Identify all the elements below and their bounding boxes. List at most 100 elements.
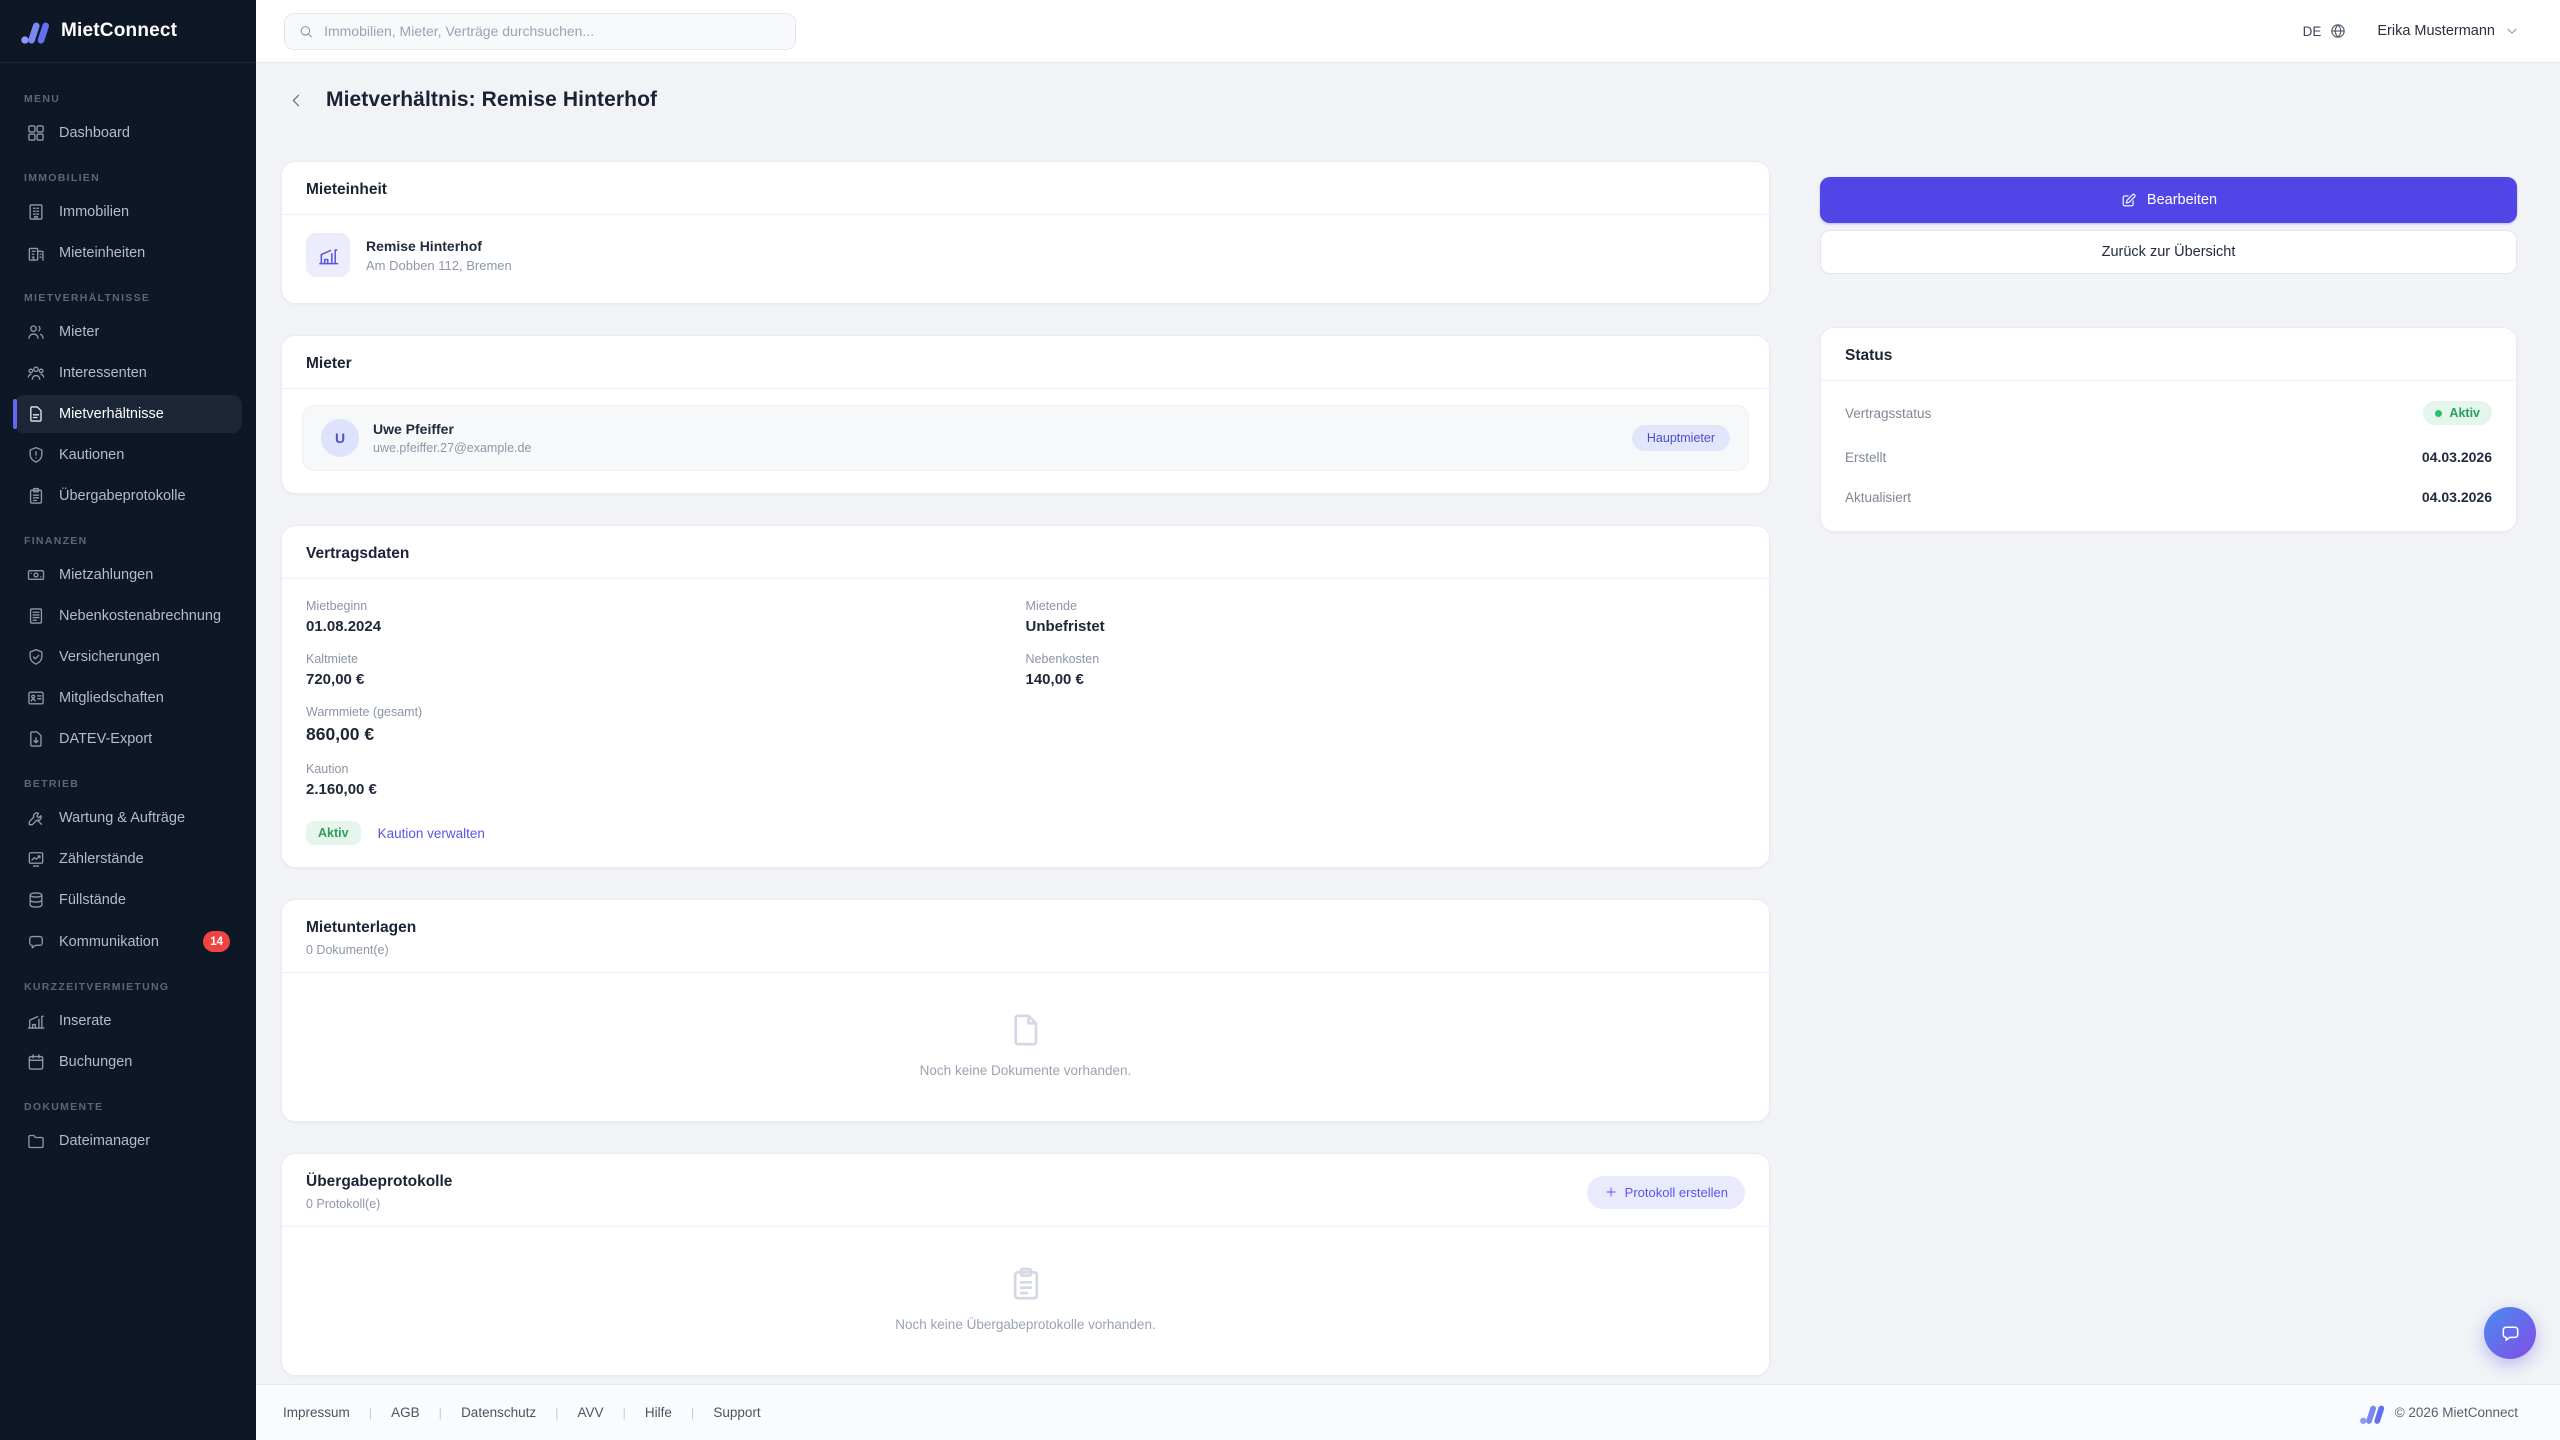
footer-brand: © 2026 MietConnect [2359,1400,2518,1426]
sidebar-item-mietverhaeltnisse[interactable]: Mietverhältnisse [14,395,242,433]
main: DE Erika Mustermann Mietverhältnis: Remi… [256,0,2560,1440]
field-value: 2.160,00 € [306,781,1026,798]
users-icon [26,322,46,342]
documents-empty-state: Noch keine Dokumente vorhanden. [282,973,1769,1121]
search-input[interactable] [324,23,782,39]
banknote-icon [26,565,46,585]
language-switcher[interactable]: DE [2303,22,2348,40]
sidebar-item-kautionen[interactable]: Kautionen [14,436,242,474]
unread-count-badge: 14 [203,931,230,952]
sidebar-item-mieter[interactable]: Mieter [14,313,242,351]
unit-name: Remise Hinterhof [366,238,512,254]
contract-field-mietende: MietendeUnbefristet [1026,599,1746,635]
nav-section-label-kurzzeitvermietung: KURZZEITVERMIETUNG [24,981,232,993]
sidebar-item-nebenkostenabrechnung[interactable]: Nebenkostenabrechnung [14,597,242,635]
create-protocol-button[interactable]: Protokoll erstellen [1587,1176,1745,1209]
field-value: Unbefristet [1026,618,1746,635]
tenant-row[interactable]: U Uwe Pfeiffer uwe.pfeiffer.27@example.d… [302,405,1749,471]
field-label: Warmmiete (gesamt) [306,705,1026,719]
sidebar-item-mieteinheiten[interactable]: Mieteinheiten [14,234,242,272]
sidebar-item-buchungen[interactable]: Buchungen [14,1043,242,1081]
back-to-overview-button[interactable]: Zurück zur Übersicht [1820,230,2517,274]
status-card: Status VertragsstatusAktiv Erstellt 04.03.… [1820,327,2517,532]
sidebar-item-label: Inserate [59,1013,111,1029]
sidebar-item-immobilien[interactable]: Immobilien [14,193,242,231]
brand-name: MietConnect [61,20,177,42]
meter-icon [26,849,46,869]
search-icon [298,23,314,40]
contract-field-warmmiete-gesamt: Warmmiete (gesamt)860,00 € [306,705,1026,745]
protocols-card-title: Übergabeprotokolle [306,1173,452,1191]
back-button[interactable] [281,85,311,115]
tenant-card: Mieter U Uwe Pfeiffer uwe.pfeiffer.27@ex… [281,335,1770,494]
unit-row[interactable]: Remise Hinterhof Am Dobben 112, Bremen [282,215,1769,303]
chevron-left-icon [287,91,306,110]
footer-separator: | [623,1405,626,1420]
protocols-card: Übergabeprotokolle 0 Protokoll(e) Protok… [281,1153,1770,1376]
left-column: Mieteinheit Remise Hinterhof Am Dobben 1… [281,161,1770,1376]
chevron-down-icon [2504,23,2520,39]
field-label: Mietbeginn [306,599,1026,613]
chat-fab-button[interactable] [2484,1307,2536,1359]
tenant-card-title: Mieter [306,355,1745,373]
sidebar-item-label: Kommunikation [59,934,159,950]
topbar-right: DE Erika Mustermann [2303,22,2520,40]
tenant-name: Uwe Pfeiffer [373,421,531,437]
sidebar-item-zaehlerstaende[interactable]: Zählerstände [14,840,242,878]
sidebar-item-mitgliedschaften[interactable]: Mitgliedschaften [14,679,242,717]
sidebar-item-kommunikation[interactable]: Kommunikation 14 [14,922,242,961]
footer-link-hilfe[interactable]: Hilfe [645,1405,672,1420]
edit-button[interactable]: Bearbeiten [1820,177,2517,223]
unit-card-header: Mieteinheit [282,162,1769,215]
field-label: Kaution [306,762,1026,776]
footer-link-datenschutz[interactable]: Datenschutz [461,1405,536,1420]
footer-link-support[interactable]: Support [713,1405,760,1420]
manage-kaution-link[interactable]: Kaution verwalten [378,826,485,841]
sidebar-item-label: Übergabeprotokolle [59,488,186,504]
kaution-active-badge: Aktiv [306,821,361,845]
sidebar-item-label: Dashboard [59,125,130,141]
prospects-icon [26,363,46,383]
sidebar-item-inserate[interactable]: Inserate [14,1002,242,1040]
footer-link-avv[interactable]: AVV [578,1405,604,1420]
status-dot-icon [2435,410,2442,417]
sidebar-item-uebergabeprotokolle[interactable]: Übergabeprotokolle [14,477,242,515]
contract-card-title: Vertragsdaten [306,545,1745,563]
status-value: 04.03.2026 [2422,449,2492,465]
protocols-empty-state: Noch keine Übergabeprotokolle vorhanden. [282,1227,1769,1375]
sidebar-item-label: Mietzahlungen [59,567,153,583]
sidebar-item-label: Dateimanager [59,1133,150,1149]
field-value: 01.08.2024 [306,618,1026,635]
chat-icon [26,932,46,952]
user-menu[interactable]: Erika Mustermann [2377,23,2520,39]
tank-icon [26,890,46,910]
status-row-vertragsstatus: VertragsstatusAktiv [1845,389,2492,437]
sidebar-item-fuellstaende[interactable]: Füllstände [14,881,242,919]
status-label: Erstellt [1845,450,1886,465]
heading-row: Mietverhältnis: Remise Hinterhof [281,85,2517,115]
sidebar-item-mietzahlungen[interactable]: Mietzahlungen [14,556,242,594]
documents-card-title: Mietunterlagen [306,919,1745,937]
avatar: U [321,419,359,457]
edit-icon [2120,192,2137,209]
sidebar-item-versicherungen[interactable]: Versicherungen [14,638,242,676]
status-body: VertragsstatusAktivErstellt04.03.2026Akt… [1821,381,2516,531]
topbar: DE Erika Mustermann [256,0,2560,63]
sidebar-item-dashboard[interactable]: Dashboard [14,114,242,152]
sidebar-item-interessenten[interactable]: Interessenten [14,354,242,392]
sidebar-item-wartung-auftraege[interactable]: Wartung & Aufträge [14,799,242,837]
sidebar-item-label: Wartung & Aufträge [59,810,185,826]
global-search[interactable] [284,13,796,50]
status-card-header: Status [1821,328,2516,381]
footer-link-agb[interactable]: AGB [391,1405,420,1420]
field-label: Nebenkosten [1026,652,1746,666]
nav-section-label-menu: MENU [24,93,232,105]
sidebar-item-datev-export[interactable]: DATEV-Export [14,720,242,758]
documents-card-header: Mietunterlagen 0 Dokument(e) [282,900,1769,973]
house-icon [26,1011,46,1031]
sidebar-item-dateimanager[interactable]: Dateimanager [14,1122,242,1160]
contract-field-kaution: Kaution 2.160,00 € [306,762,1026,798]
content: Mietverhältnis: Remise Hinterhof Mietein… [256,63,2560,1384]
footer-link-impressum[interactable]: Impressum [283,1405,350,1420]
sidebar-item-label: Versicherungen [59,649,160,665]
